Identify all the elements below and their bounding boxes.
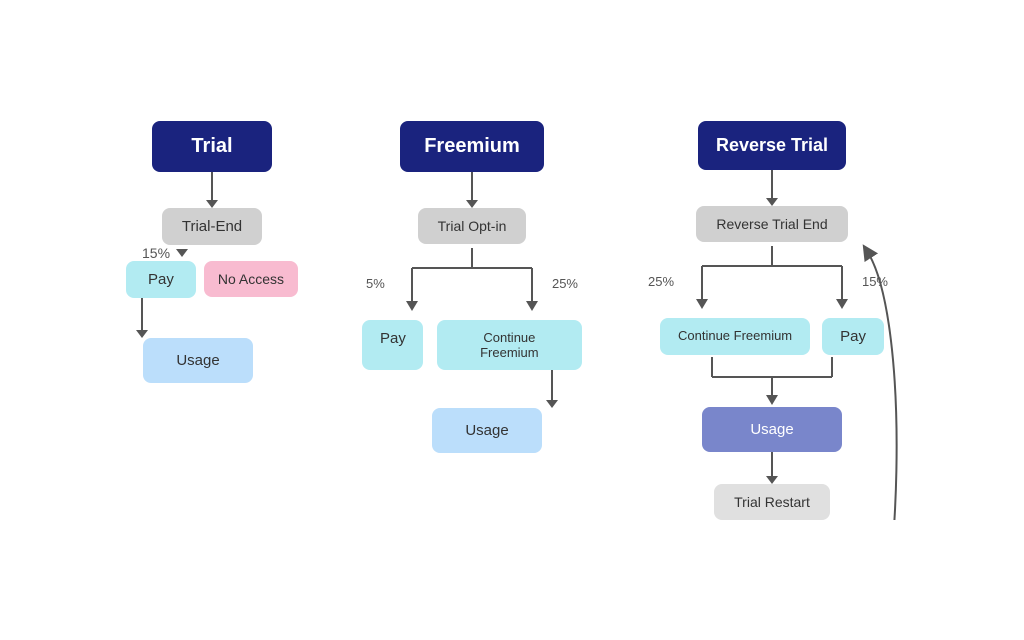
freemium-pay-node: Pay	[362, 320, 423, 370]
arrow-trial-to-end	[206, 172, 218, 208]
freemium-bottom-row: Pay Continue Freemium	[362, 320, 582, 370]
freemium-usage-node: Usage	[432, 408, 542, 453]
freemium-flowchart: Freemium Trial Opt-in 5%	[362, 121, 582, 453]
freemium-continue-node: Continue Freemium	[437, 320, 582, 370]
rt-restart-node: Trial Restart	[714, 484, 830, 520]
trial-end-node: Trial-End	[162, 208, 262, 245]
trial-pay-node: Pay	[126, 261, 196, 298]
arrow-rt-usage-to-restart	[766, 452, 778, 484]
freemium-branch-svg	[372, 248, 572, 318]
rt-pay-node: Pay	[822, 318, 884, 355]
freemium-title: Freemium	[400, 121, 544, 172]
freemium-freemium-pct: 25%	[552, 276, 578, 291]
arrow-pay-to-usage	[136, 298, 148, 338]
trial-title: Trial	[152, 121, 272, 172]
rt-pay-pct: 15%	[862, 274, 888, 289]
freemium-optin-node: Trial Opt-in	[418, 208, 527, 244]
reverse-trial-title: Reverse Trial	[698, 121, 846, 170]
trial-pay-pct: 15%	[142, 245, 170, 261]
reverse-trial-flowchart: Reverse Trial Reverse Trial End 25% 15% …	[642, 121, 902, 520]
trial-usage-node: Usage	[143, 338, 253, 383]
rt-choice-row: Continue Freemium Pay	[660, 318, 884, 355]
rt-merge-svg	[652, 357, 892, 407]
rt-freemium-pct: 25%	[648, 274, 674, 289]
arrow-freemium-to-optin	[466, 172, 478, 208]
rt-usage-node: Usage	[702, 407, 842, 452]
rt-branch-svg	[652, 246, 892, 316]
arrow-freemium-to-usage	[546, 370, 558, 408]
trial-noaccess-node: No Access	[204, 261, 298, 297]
trial-pay-noaccess-row: Pay No Access	[126, 261, 298, 298]
rt-end-node: Reverse Trial End	[696, 206, 847, 242]
rt-continue-node: Continue Freemium	[660, 318, 810, 355]
freemium-pay-pct: 5%	[366, 276, 385, 291]
arrow-rt-to-end	[766, 170, 778, 206]
trial-flowchart: Trial Trial-End 15% Pay No Access	[122, 121, 302, 383]
